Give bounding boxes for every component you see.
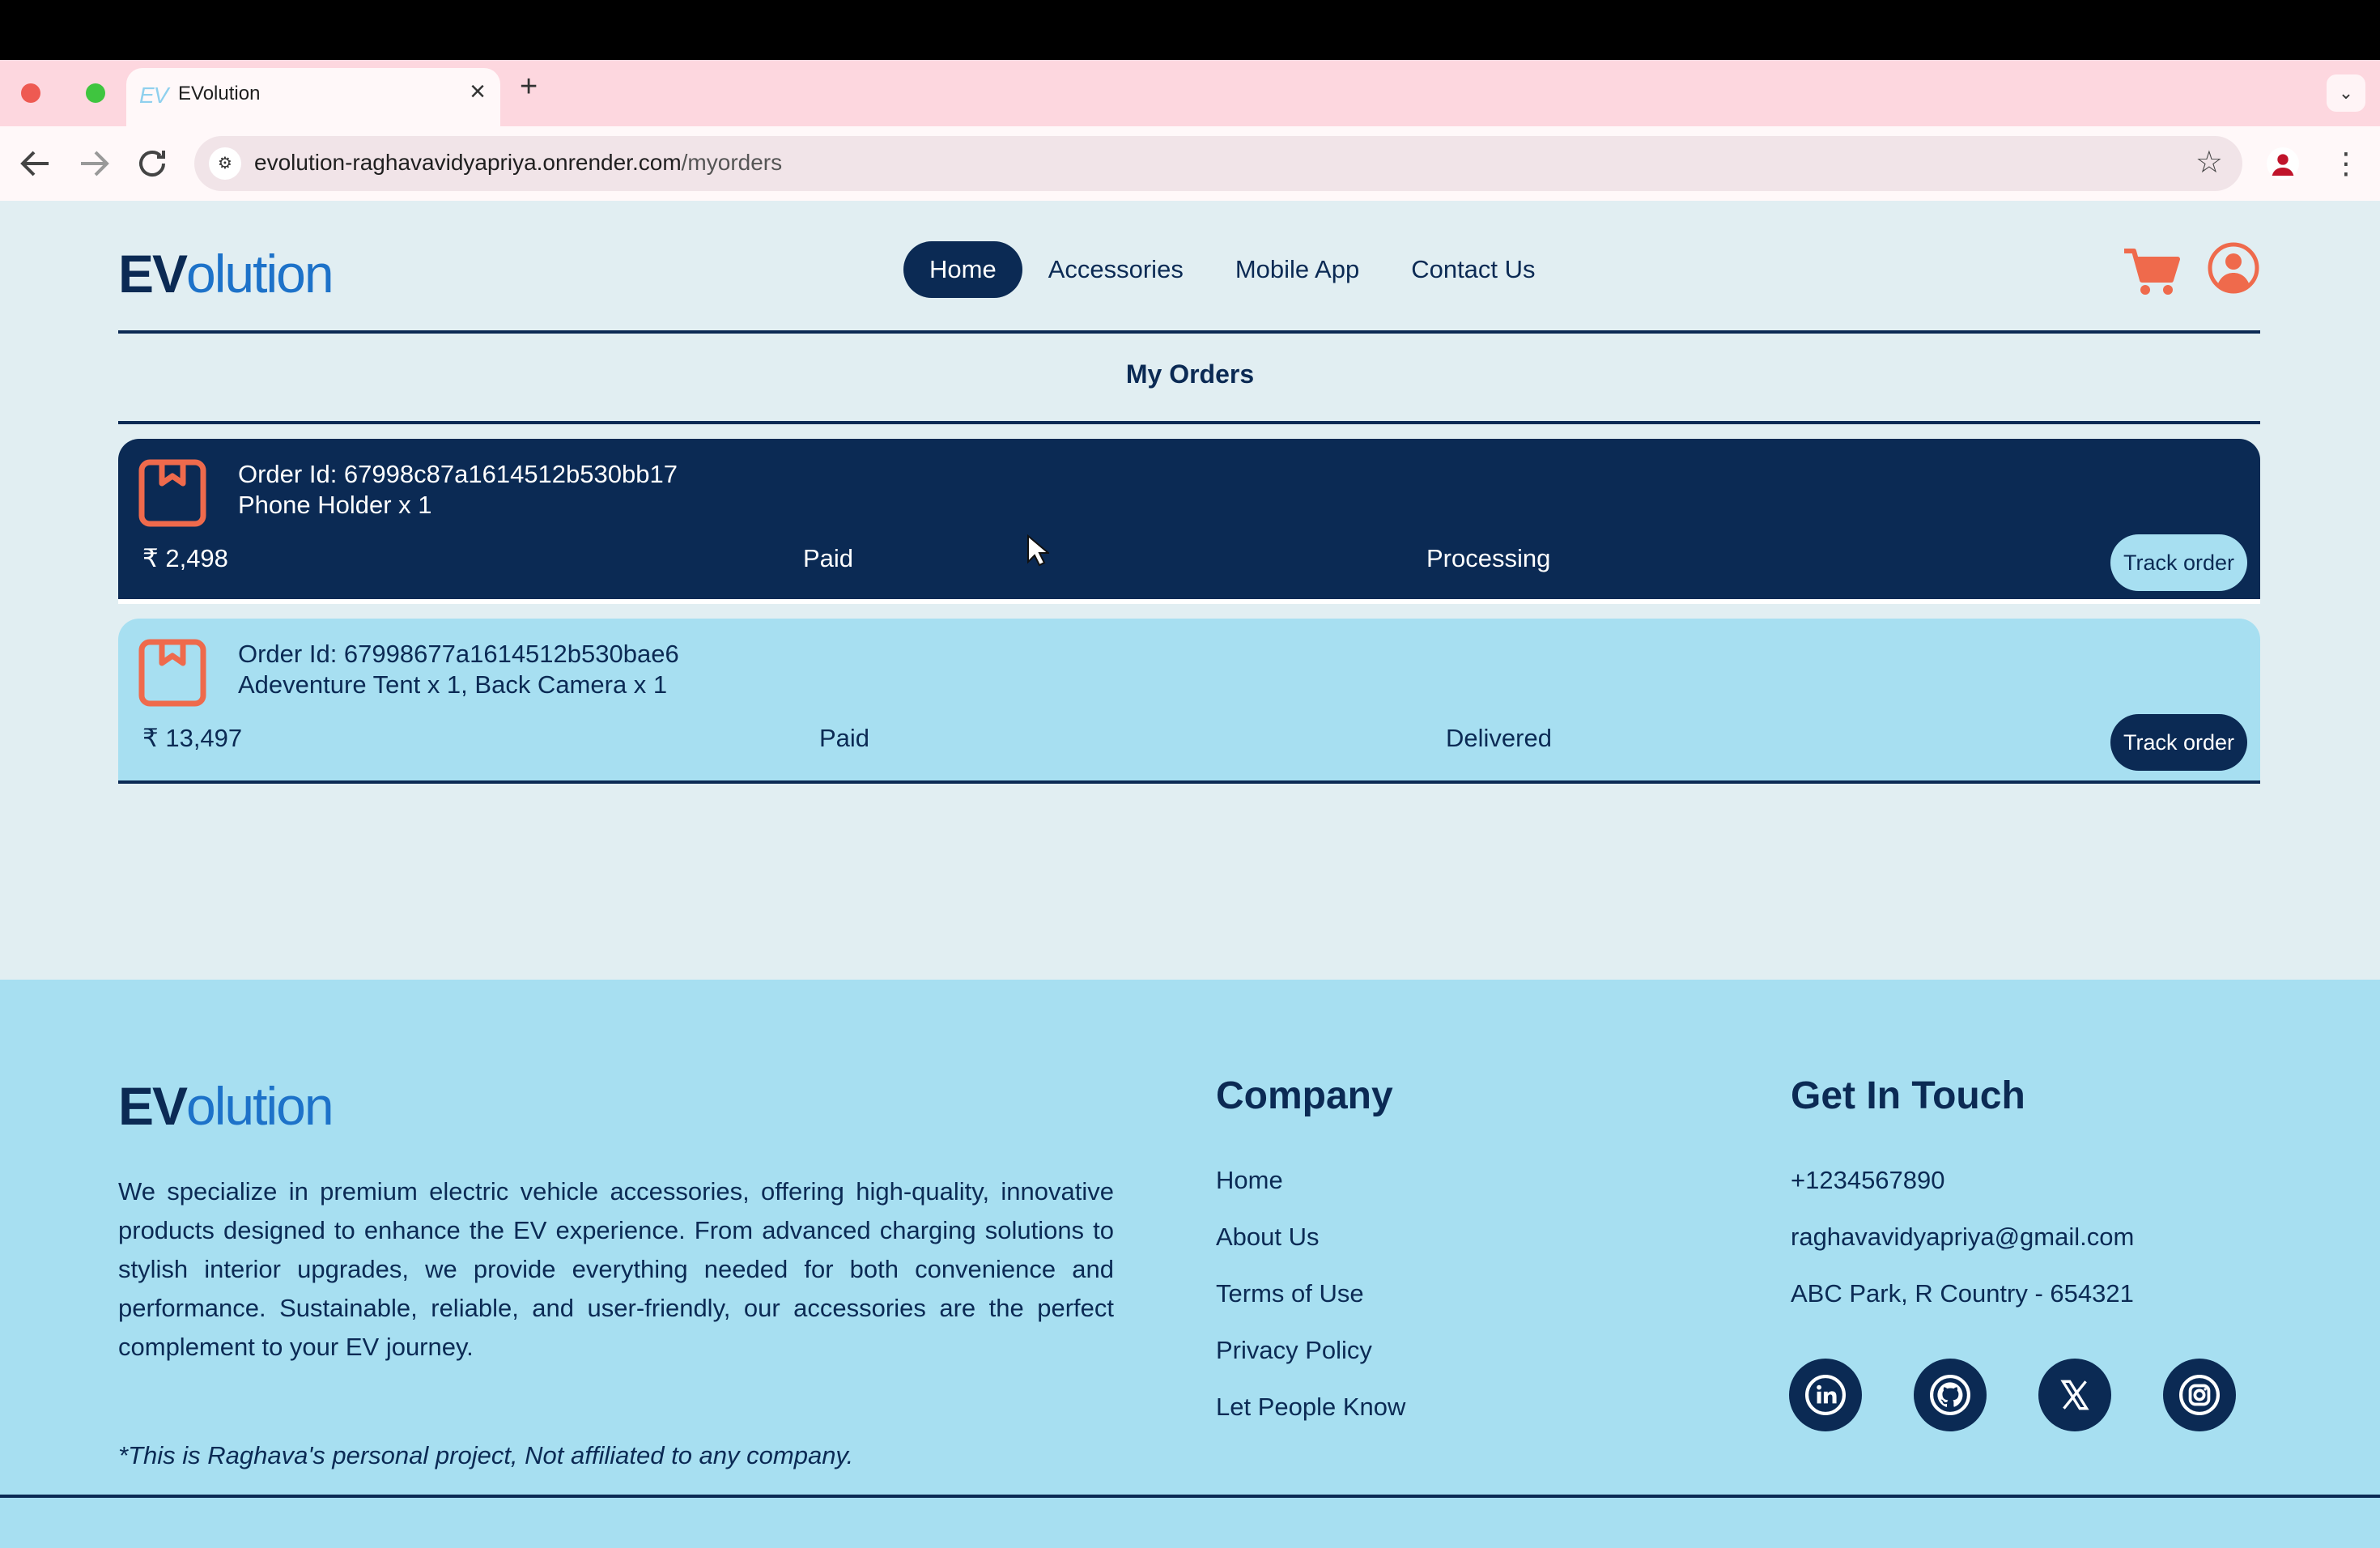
- system-top-bar: [0, 0, 2380, 60]
- nav-item-accessories[interactable]: Accessories: [1022, 241, 1209, 298]
- browser-tab[interactable]: EV EVolution ×: [126, 68, 500, 126]
- bookmark-star-icon[interactable]: ☆: [2195, 144, 2223, 181]
- footer-link-let-people-know[interactable]: Let People Know: [1216, 1393, 1405, 1422]
- mouse-cursor-icon: [1026, 534, 1051, 567]
- browser-menu-icon[interactable]: ⋮: [2331, 144, 2361, 183]
- footer: EVolution We specialize in premium elect…: [0, 980, 2380, 1548]
- payment-status: Paid: [803, 544, 854, 572]
- order-items: Phone Holder x 1: [238, 491, 432, 519]
- order-items: Adeventure Tent x 1, Back Camera x 1: [238, 670, 668, 699]
- page-viewport: EVolution Home Accessories Mobile App Co…: [0, 201, 2380, 1548]
- track-order-button[interactable]: Track order: [2110, 714, 2247, 771]
- company-heading: Company: [1216, 1074, 1393, 1117]
- main-nav: Home Accessories Mobile App Contact Us: [903, 241, 1562, 298]
- tab-title: EVolution: [178, 83, 261, 104]
- footer-bottom-rule: [0, 1495, 2380, 1498]
- order-id: Order Id: 67998c87a1614512b530bb17: [238, 460, 678, 488]
- footer-link-home[interactable]: Home: [1216, 1166, 1283, 1195]
- favicon-icon: EV: [139, 83, 168, 108]
- footer-link-terms-of-use[interactable]: Terms of Use: [1216, 1279, 1364, 1308]
- cart-icon[interactable]: [2121, 243, 2181, 300]
- header-logo[interactable]: EVolution: [118, 243, 334, 304]
- footer-disclaimer: *This is Raghava's personal project, Not…: [118, 1441, 854, 1469]
- title-divider: [118, 421, 2260, 424]
- footer-link-about-us[interactable]: About Us: [1216, 1223, 1320, 1252]
- address-bar[interactable]: ⚙ evolution-raghavavidyapriya.onrender.c…: [194, 136, 2242, 191]
- contact-phone[interactable]: +1234567890: [1791, 1166, 1945, 1195]
- footer-about-text: We specialize in premium electric vehicl…: [118, 1177, 1114, 1361]
- profile-avatar-icon[interactable]: [2267, 147, 2299, 180]
- package-icon: [138, 638, 207, 708]
- address-url[interactable]: evolution-raghavavidyapriya.onrender.com…: [254, 150, 782, 176]
- contact-address: ABC Park, R Country - 654321: [1791, 1279, 2134, 1308]
- user-account-icon[interactable]: [2207, 241, 2260, 295]
- github-icon[interactable]: [1914, 1359, 1987, 1431]
- package-icon: [138, 458, 207, 528]
- contact-heading: Get In Touch: [1791, 1074, 2025, 1117]
- window-maximize-button[interactable]: [86, 83, 105, 103]
- order-status: Delivered: [1446, 724, 1552, 752]
- payment-status: Paid: [819, 724, 870, 752]
- x-icon[interactable]: [2038, 1359, 2111, 1431]
- order-status: Processing: [1426, 544, 1551, 572]
- footer-logo[interactable]: EVolution: [118, 1075, 334, 1137]
- contact-email[interactable]: raghavavidyapriya@gmail.com: [1791, 1223, 2134, 1252]
- nav-item-home[interactable]: Home: [903, 241, 1022, 298]
- order-id: Order Id: 67998677a1614512b530bae6: [238, 640, 679, 668]
- nav-item-contact-us[interactable]: Contact Us: [1385, 241, 1561, 298]
- order-card: Order Id: 67998677a1614512b530bae6 Adeve…: [118, 619, 2260, 784]
- nav-item-mobile-app[interactable]: Mobile App: [1209, 241, 1385, 298]
- order-amount: ₹ 13,497: [142, 724, 243, 752]
- site-settings-icon[interactable]: ⚙: [209, 147, 241, 180]
- page-title: My Orders: [1125, 359, 1255, 389]
- order-amount: ₹ 2,498: [142, 544, 228, 572]
- window-close-button[interactable]: [21, 83, 40, 103]
- header-divider: [118, 330, 2260, 334]
- tab-search-chevron-icon[interactable]: ⌄: [2327, 74, 2365, 112]
- reload-icon[interactable]: [133, 144, 172, 183]
- back-arrow-icon[interactable]: [16, 144, 55, 183]
- order-card: Order Id: 67998c87a1614512b530bb17 Phone…: [118, 439, 2260, 604]
- footer-link-privacy-policy[interactable]: Privacy Policy: [1216, 1336, 1372, 1365]
- new-tab-icon[interactable]: +: [520, 71, 538, 102]
- tab-close-icon[interactable]: ×: [470, 78, 486, 105]
- track-order-button[interactable]: Track order: [2110, 534, 2247, 591]
- instagram-icon[interactable]: [2163, 1359, 2236, 1431]
- linkedin-icon[interactable]: [1789, 1359, 1862, 1431]
- forward-arrow-icon[interactable]: [74, 144, 113, 183]
